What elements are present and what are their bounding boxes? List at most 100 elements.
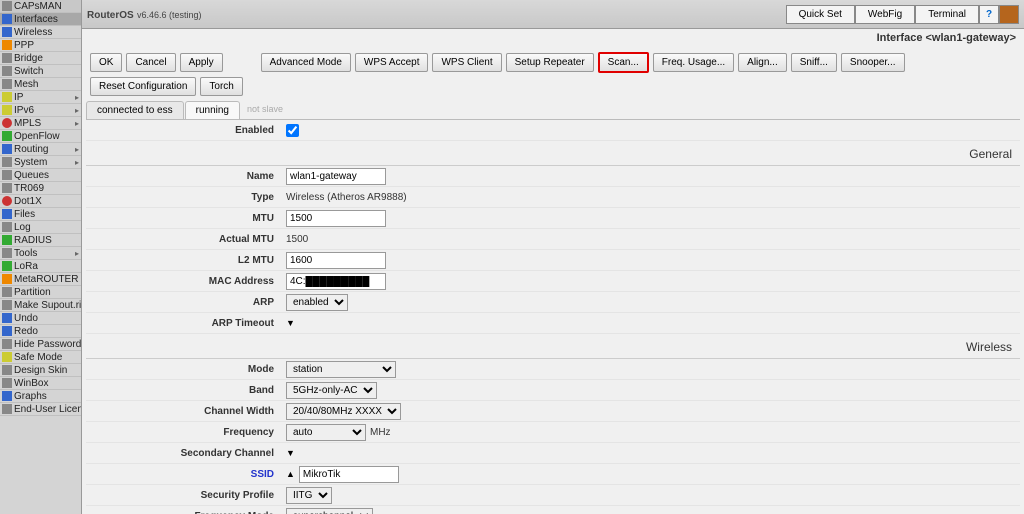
- sidebar-item-mpls[interactable]: MPLS▸: [0, 117, 81, 130]
- sidebar-item-design-skin[interactable]: Design Skin: [0, 364, 81, 377]
- sidebar-item-undo[interactable]: Undo: [0, 312, 81, 325]
- sidebar-item-ipv6[interactable]: IPv6▸: [0, 104, 81, 117]
- ssid-label: SSID: [86, 469, 286, 480]
- sidebar-item-hide-passwords[interactable]: Hide Passwords: [0, 338, 81, 351]
- scan-button[interactable]: Scan...: [598, 52, 649, 73]
- help-button[interactable]: ?: [979, 5, 999, 24]
- webfig-button[interactable]: WebFig: [855, 5, 915, 24]
- sniff-button[interactable]: Sniff...: [791, 53, 837, 72]
- section-wireless: Wireless: [86, 336, 1020, 359]
- status-tabs: connected to ess running not slave: [86, 101, 1020, 120]
- apply-button[interactable]: Apply: [180, 53, 223, 72]
- sidebar-item-bridge[interactable]: Bridge: [0, 52, 81, 65]
- arp-label: ARP: [86, 297, 286, 308]
- sidebar-item-radius[interactable]: RADIUS: [0, 234, 81, 247]
- snooper-button[interactable]: Snooper...: [841, 53, 905, 72]
- sidebar-item-queues[interactable]: Queues: [0, 169, 81, 182]
- menu-icon: [2, 235, 12, 245]
- menu-icon: [2, 27, 12, 37]
- sidebar-item-routing[interactable]: Routing▸: [0, 143, 81, 156]
- brand: RouterOS v6.46.6 (testing): [87, 7, 202, 21]
- sidebar-item-ppp[interactable]: PPP: [0, 39, 81, 52]
- sidebar: CAPsMANInterfacesWirelessPPPBridgeSwitch…: [0, 0, 82, 514]
- secondary-channel-expand[interactable]: ▼: [286, 448, 295, 458]
- sidebar-item-system[interactable]: System ▸: [0, 156, 81, 169]
- sidebar-item-dot1x[interactable]: Dot1X: [0, 195, 81, 208]
- sidebar-item-interfaces[interactable]: Interfaces: [0, 13, 81, 26]
- sidebar-item-end-user-license[interactable]: End-User License: [0, 403, 81, 416]
- menu-icon: [2, 391, 12, 401]
- security-profile-select[interactable]: IITG: [286, 487, 332, 504]
- sidebar-item-tools[interactable]: Tools ▸: [0, 247, 81, 260]
- band-select[interactable]: 5GHz-only-AC: [286, 382, 377, 399]
- sidebar-item-label: IPv6: [14, 105, 34, 116]
- toolbar: OK Cancel Apply Advanced Mode WPS Accept…: [82, 47, 1024, 101]
- sidebar-item-label: System: [14, 157, 47, 168]
- chevron-right-icon: ▸: [75, 158, 79, 167]
- sidebar-item-label: Partition: [14, 287, 51, 298]
- enabled-checkbox[interactable]: [286, 124, 299, 137]
- sidebar-item-mesh[interactable]: Mesh: [0, 78, 81, 91]
- sidebar-item-graphs[interactable]: Graphs: [0, 390, 81, 403]
- wps-accept-button[interactable]: WPS Accept: [355, 53, 429, 72]
- tab-running[interactable]: running: [185, 101, 240, 119]
- sidebar-item-label: Graphs: [14, 391, 47, 402]
- sidebar-item-files[interactable]: Files: [0, 208, 81, 221]
- sidebar-item-metarouter[interactable]: MetaROUTER: [0, 273, 81, 286]
- sidebar-item-ip[interactable]: IP▸: [0, 91, 81, 104]
- l2mtu-input[interactable]: [286, 252, 386, 269]
- sidebar-item-switch[interactable]: Switch: [0, 65, 81, 78]
- advanced-mode-button[interactable]: Advanced Mode: [261, 53, 351, 72]
- sidebar-item-tr069[interactable]: TR069: [0, 182, 81, 195]
- logout-button[interactable]: [999, 5, 1019, 24]
- frequency-mode-select[interactable]: superchannel: [286, 508, 373, 514]
- setup-repeater-button[interactable]: Setup Repeater: [506, 53, 594, 72]
- channel-width-select[interactable]: 20/40/80MHz XXXX: [286, 403, 401, 420]
- name-input[interactable]: [286, 168, 386, 185]
- reset-config-button[interactable]: Reset Configuration: [90, 77, 196, 96]
- sidebar-item-label: Interfaces: [14, 14, 58, 25]
- mac-input[interactable]: [286, 273, 386, 290]
- type-value: Wireless (Atheros AR9888): [286, 192, 407, 203]
- mode-select[interactable]: station: [286, 361, 396, 378]
- torch-button[interactable]: Torch: [200, 77, 242, 96]
- mtu-input[interactable]: [286, 210, 386, 227]
- chevron-right-icon: ▸: [75, 249, 79, 258]
- freq-usage-button[interactable]: Freq. Usage...: [653, 53, 734, 72]
- sidebar-item-label: Tools: [14, 248, 37, 259]
- sidebar-item-redo[interactable]: Redo: [0, 325, 81, 338]
- sidebar-item-capsman[interactable]: CAPsMAN: [0, 0, 81, 13]
- terminal-button[interactable]: Terminal: [915, 5, 979, 24]
- wps-client-button[interactable]: WPS Client: [432, 53, 501, 72]
- menu-icon: [2, 183, 12, 193]
- quick-set-button[interactable]: Quick Set: [786, 5, 855, 24]
- cancel-button[interactable]: Cancel: [126, 53, 175, 72]
- ok-button[interactable]: OK: [90, 53, 122, 72]
- menu-icon: [2, 131, 12, 141]
- arp-timeout-expand[interactable]: ▼: [286, 318, 295, 328]
- arp-select[interactable]: enabled: [286, 294, 348, 311]
- menu-icon: [2, 326, 12, 336]
- menu-icon: [2, 144, 12, 154]
- ssid-input[interactable]: [299, 466, 399, 483]
- frequency-select[interactable]: auto: [286, 424, 366, 441]
- section-general: General: [86, 143, 1020, 166]
- sidebar-item-label: Log: [14, 222, 31, 233]
- main-area: RouterOS v6.46.6 (testing) Quick Set Web…: [82, 0, 1024, 514]
- chevron-right-icon: ▸: [75, 145, 79, 154]
- sidebar-item-label: MetaROUTER: [14, 274, 78, 285]
- tab-connected[interactable]: connected to ess: [86, 101, 184, 119]
- sidebar-item-label: Undo: [14, 313, 38, 324]
- actual-mtu-value: 1500: [286, 234, 308, 245]
- sidebar-item-openflow[interactable]: OpenFlow: [0, 130, 81, 143]
- ssid-collapse[interactable]: ▲: [286, 469, 295, 479]
- sidebar-item-safe-mode[interactable]: Safe Mode: [0, 351, 81, 364]
- sidebar-item-make-supout-rif[interactable]: Make Supout.rif: [0, 299, 81, 312]
- sidebar-item-log[interactable]: Log: [0, 221, 81, 234]
- align-button[interactable]: Align...: [738, 53, 787, 72]
- sidebar-item-lora[interactable]: LoRa: [0, 260, 81, 273]
- frequency-label: Frequency: [86, 427, 286, 438]
- sidebar-item-partition[interactable]: Partition: [0, 286, 81, 299]
- sidebar-item-wireless[interactable]: Wireless: [0, 26, 81, 39]
- sidebar-item-winbox[interactable]: WinBox: [0, 377, 81, 390]
